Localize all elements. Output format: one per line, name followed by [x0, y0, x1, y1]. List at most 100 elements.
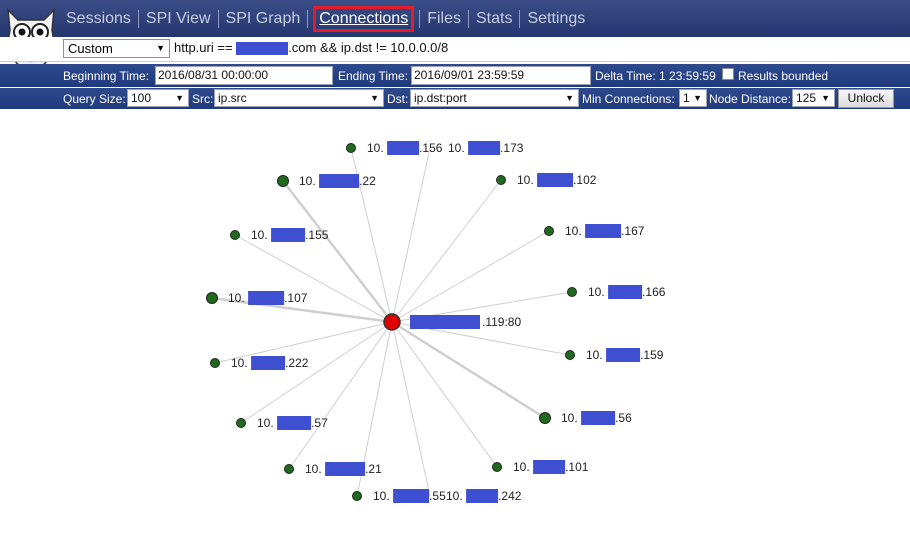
- connections-graph[interactable]: 10. .156 10. .173 10. .22 10. .102 10. .155 10. .16…: [0, 109, 910, 534]
- beginning-time-input[interactable]: 2016/08/31 00:00:00: [155, 66, 333, 85]
- node-label-suffix: .56: [615, 411, 632, 425]
- redacted-block: [581, 411, 616, 425]
- connection-edge: [288, 321, 393, 470]
- connection-edge: [240, 321, 393, 424]
- source-node[interactable]: [236, 418, 246, 428]
- node-label-suffix: .57: [311, 416, 328, 430]
- chevron-down-icon: ▼: [156, 43, 165, 53]
- node-label-prefix: 10.: [257, 416, 274, 430]
- expression-select[interactable]: Custom ▼: [63, 39, 170, 58]
- source-node[interactable]: [544, 226, 554, 236]
- node-label-suffix: .173: [500, 141, 524, 155]
- redacted-block: [608, 285, 643, 299]
- source-node[interactable]: [496, 175, 506, 185]
- query-size-label: Query Size:: [63, 92, 126, 106]
- query-size-value: 100: [131, 91, 152, 105]
- src-select[interactable]: ip.src ▼: [214, 89, 384, 107]
- src-label: Src:: [192, 92, 214, 106]
- node-label-prefix: 10.: [561, 411, 578, 425]
- node-label-prefix: 10.: [517, 173, 534, 187]
- min-connections-select[interactable]: 1 ▼: [679, 89, 707, 107]
- expression-text-start: http.uri ==: [174, 40, 233, 55]
- node-label-suffix: .167: [621, 224, 645, 238]
- unlock-button[interactable]: Unlock: [838, 89, 894, 108]
- node-label-prefix: 10.: [228, 291, 245, 305]
- results-bounded-label: Results bounded: [738, 69, 829, 83]
- connection-edge: [234, 234, 393, 323]
- options-bar: Query Size: 100 ▼ Src: ip.src ▼ Dst: ip.ds…: [0, 88, 910, 109]
- expression-select-value: Custom: [68, 41, 113, 56]
- redacted-block: [248, 291, 285, 305]
- node-label-prefix: 10.: [231, 356, 248, 370]
- node-label-prefix: 10.: [586, 348, 603, 362]
- node-distance-select[interactable]: 125 ▼: [792, 89, 835, 107]
- node-label-suffix: .55: [429, 489, 446, 503]
- node-label-prefix: 10.: [251, 228, 268, 242]
- source-node[interactable]: [206, 292, 218, 304]
- src-value: ip.src: [218, 91, 247, 105]
- redacted-block: [387, 141, 420, 155]
- nav-connections[interactable]: Connections: [319, 10, 408, 27]
- dst-label: Dst:: [387, 92, 409, 106]
- source-node[interactable]: [492, 462, 502, 472]
- node-label-suffix: .156: [419, 141, 443, 155]
- source-node[interactable]: [346, 143, 356, 153]
- moloch-connections-page: Sessions SPI View SPI Graph Connections …: [0, 0, 910, 534]
- main-nav: Sessions SPI View SPI Graph Connections …: [62, 0, 589, 37]
- nav-stats[interactable]: Stats: [472, 10, 516, 28]
- chevron-down-icon: ▼: [175, 93, 184, 103]
- redacted-block: [325, 462, 366, 476]
- chevron-down-icon: ▼: [370, 93, 379, 103]
- beginning-time-label: Beginning Time:: [63, 69, 150, 83]
- node-label-prefix: 10.: [565, 224, 582, 238]
- nav-spi-graph[interactable]: SPI Graph: [222, 10, 305, 28]
- node-label-prefix: 10.: [305, 462, 322, 476]
- chevron-down-icon: ▼: [821, 93, 830, 103]
- min-connections-value: 1: [683, 91, 690, 105]
- min-connections-label: Min Connections:: [582, 92, 675, 106]
- source-node[interactable]: [352, 491, 362, 501]
- nav-sessions[interactable]: Sessions: [62, 10, 135, 28]
- source-node[interactable]: [230, 230, 240, 240]
- redacted-block: [236, 42, 289, 56]
- nav-spi-view[interactable]: SPI View: [142, 10, 215, 28]
- results-bounded-checkbox[interactable]: [722, 68, 734, 80]
- source-node[interactable]: [284, 464, 294, 474]
- nav-files[interactable]: Files: [423, 10, 465, 28]
- connection-edge: [391, 179, 502, 323]
- time-bar: Beginning Time: 2016/08/31 00:00:00 Endi…: [0, 64, 910, 87]
- query-size-select[interactable]: 100 ▼: [127, 89, 189, 107]
- node-label-prefix: 10.: [513, 460, 530, 474]
- ending-time-input[interactable]: 2016/09/01 23:59:59: [411, 66, 591, 85]
- node-label-suffix: .155: [305, 228, 329, 242]
- source-node[interactable]: [567, 287, 577, 297]
- redacted-block: [277, 416, 312, 430]
- node-label-suffix: .222: [285, 356, 309, 370]
- redacted-block: [606, 348, 641, 362]
- destination-node[interactable]: [383, 313, 401, 331]
- dst-select[interactable]: ip.dst:port ▼: [410, 89, 579, 107]
- nav-settings[interactable]: Settings: [523, 10, 589, 28]
- nav-divider: [467, 9, 469, 28]
- source-node[interactable]: [277, 175, 289, 187]
- source-node[interactable]: [565, 350, 575, 360]
- expression-text-end: .com && ip.dst != 10.0.0.0/8: [288, 40, 449, 55]
- node-label-suffix: .166: [642, 285, 666, 299]
- nav-connections-highlight: Connections: [313, 5, 415, 32]
- query-bar: Custom ▼ http.uri == .com && ip.dst != 1…: [0, 37, 910, 62]
- top-navigation-bar: Sessions SPI View SPI Graph Connections …: [0, 0, 910, 70]
- redacted-block: [319, 174, 360, 188]
- chevron-down-icon: ▼: [565, 93, 574, 103]
- source-node[interactable]: [210, 358, 220, 368]
- dst-value: ip.dst:port: [414, 91, 467, 105]
- node-label-suffix: .21: [365, 462, 382, 476]
- nav-divider: [137, 9, 139, 28]
- node-label-prefix: 10.: [446, 489, 463, 503]
- node-label-prefix: 10.: [299, 174, 316, 188]
- node-label-prefix: 10.: [448, 141, 465, 155]
- node-label-suffix: .22: [359, 174, 376, 188]
- ending-time-label: Ending Time:: [338, 69, 409, 83]
- source-node[interactable]: [539, 412, 551, 424]
- search-expression-input[interactable]: http.uri == .com && ip.dst != 10.0.0.0/8: [172, 39, 908, 58]
- node-label-suffix: .159: [640, 348, 664, 362]
